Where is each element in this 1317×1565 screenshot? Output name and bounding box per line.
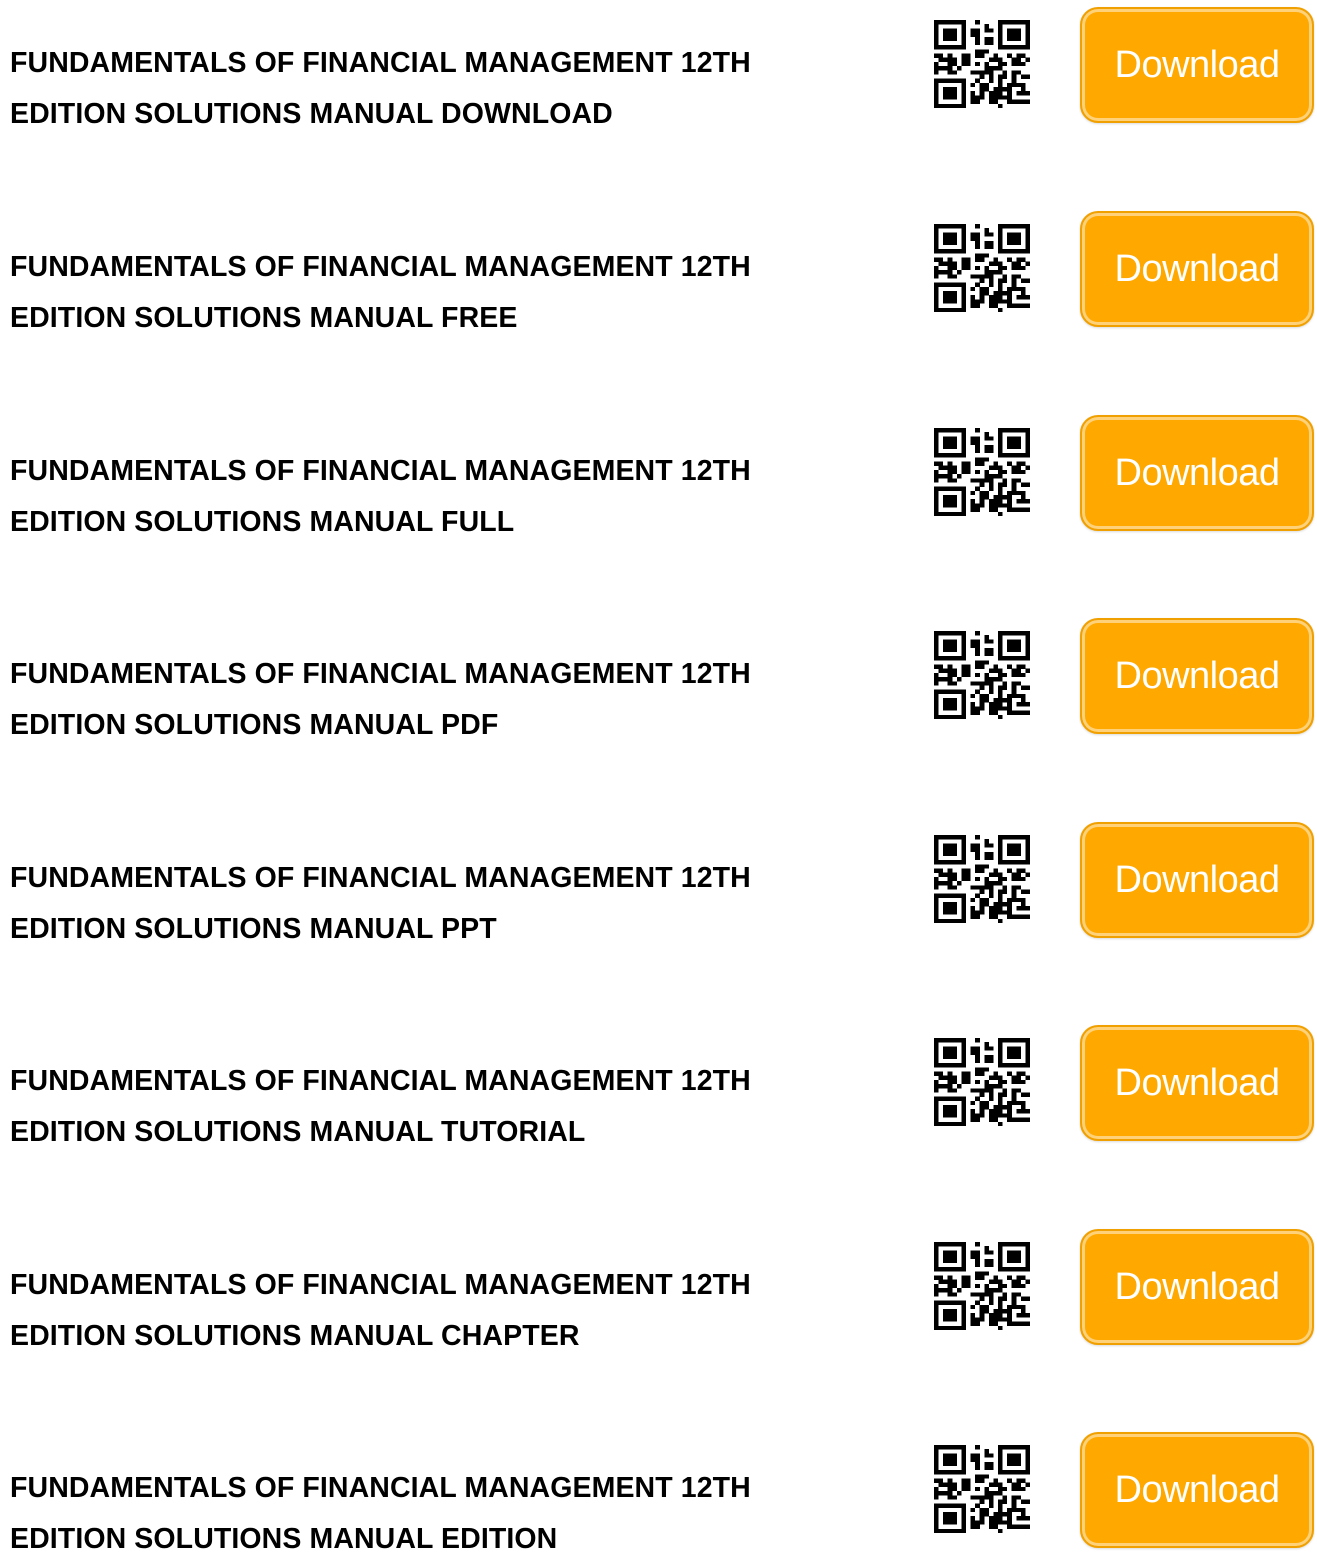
download-button-label: Download [1114,451,1281,494]
qr-code-graphic [934,631,1030,719]
item-title-line-2: EDITION SOLUTIONS MANUAL FULL [10,506,515,538]
item-title-line-2: EDITION SOLUTIONS MANUAL PPT [10,913,497,945]
download-button[interactable]: Download [1080,1229,1314,1345]
download-button-label: Download [1114,858,1281,901]
list-item: FUNDAMENTALS OF FINANCIAL MANAGEMENT 12T… [0,408,1317,538]
item-title-line-1: FUNDAMENTALS OF FINANCIAL MANAGEMENT 12T… [10,455,751,487]
qr-code-graphic [934,428,1030,516]
list-item: FUNDAMENTALS OF FINANCIAL MANAGEMENT 12T… [0,815,1317,945]
qr-code-icon [934,1242,1030,1330]
item-title-line-2: EDITION SOLUTIONS MANUAL DOWNLOAD [10,98,613,130]
download-button-label: Download [1114,247,1281,290]
item-title: FUNDAMENTALS OF FINANCIAL MANAGEMENT 12T… [10,1260,870,1362]
qr-code-icon [934,1445,1030,1533]
item-title-line-2: EDITION SOLUTIONS MANUAL FREE [10,302,518,334]
item-title-line-1: FUNDAMENTALS OF FINANCIAL MANAGEMENT 12T… [10,658,751,690]
qr-code-icon [934,1038,1030,1126]
item-title-line-2: EDITION SOLUTIONS MANUAL TUTORIAL [10,1116,586,1148]
list-item: FUNDAMENTALS OF FINANCIAL MANAGEMENT 12T… [0,1222,1317,1352]
list-item: FUNDAMENTALS OF FINANCIAL MANAGEMENT 12T… [0,1018,1317,1148]
item-title-line-1: FUNDAMENTALS OF FINANCIAL MANAGEMENT 12T… [10,1065,751,1097]
item-title-line-2: EDITION SOLUTIONS MANUAL PDF [10,709,499,741]
download-button[interactable]: Download [1080,822,1314,938]
item-title: FUNDAMENTALS OF FINANCIAL MANAGEMENT 12T… [10,1056,870,1158]
item-title-line-2: EDITION SOLUTIONS MANUAL EDITION [10,1523,558,1555]
qr-code-icon [934,835,1030,923]
download-button-label: Download [1114,1061,1281,1104]
download-button-label: Download [1114,1265,1281,1308]
download-button[interactable]: Download [1080,211,1314,327]
item-title: FUNDAMENTALS OF FINANCIAL MANAGEMENT 12T… [10,649,870,751]
qr-code-icon [934,224,1030,312]
qr-code-graphic [934,835,1030,923]
qr-code-graphic [934,1038,1030,1126]
download-button-label: Download [1114,654,1281,697]
item-title: FUNDAMENTALS OF FINANCIAL MANAGEMENT 12T… [10,242,870,344]
item-title-line-2: EDITION SOLUTIONS MANUAL CHAPTER [10,1320,580,1352]
download-button[interactable]: Download [1080,1432,1314,1548]
qr-code-graphic [934,224,1030,312]
item-title-line-1: FUNDAMENTALS OF FINANCIAL MANAGEMENT 12T… [10,47,751,79]
list-item: FUNDAMENTALS OF FINANCIAL MANAGEMENT 12T… [0,204,1317,334]
qr-code-graphic [934,1242,1030,1330]
item-title-line-1: FUNDAMENTALS OF FINANCIAL MANAGEMENT 12T… [10,1269,751,1301]
item-title-line-1: FUNDAMENTALS OF FINANCIAL MANAGEMENT 12T… [10,251,751,283]
qr-code-graphic [934,20,1030,108]
list-item: FUNDAMENTALS OF FINANCIAL MANAGEMENT 12T… [0,1425,1317,1555]
list-item: FUNDAMENTALS OF FINANCIAL MANAGEMENT 12T… [0,611,1317,741]
qr-code-icon [934,428,1030,516]
qr-code-icon [934,631,1030,719]
download-button[interactable]: Download [1080,7,1314,123]
qr-code-icon [934,20,1030,108]
download-button-label: Download [1114,43,1281,86]
item-title: FUNDAMENTALS OF FINANCIAL MANAGEMENT 12T… [10,38,870,140]
item-title-line-1: FUNDAMENTALS OF FINANCIAL MANAGEMENT 12T… [10,862,751,894]
download-button[interactable]: Download [1080,415,1314,531]
download-button[interactable]: Download [1080,618,1314,734]
item-title: FUNDAMENTALS OF FINANCIAL MANAGEMENT 12T… [10,853,870,955]
qr-code-graphic [934,1445,1030,1533]
download-button[interactable]: Download [1080,1025,1314,1141]
download-button-label: Download [1114,1468,1281,1511]
item-title-line-1: FUNDAMENTALS OF FINANCIAL MANAGEMENT 12T… [10,1472,751,1504]
list-item: FUNDAMENTALS OF FINANCIAL MANAGEMENT 12T… [0,0,1317,130]
item-title: FUNDAMENTALS OF FINANCIAL MANAGEMENT 12T… [10,446,870,548]
